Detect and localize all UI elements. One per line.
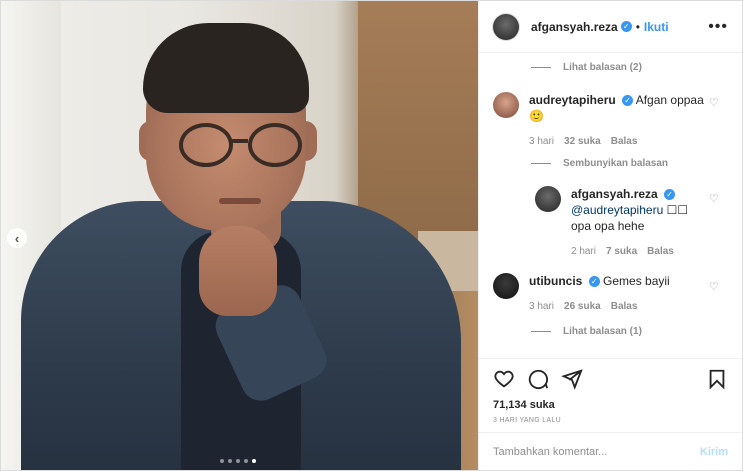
- comment-time[interactable]: 3 hari: [529, 134, 554, 150]
- verified-icon: ✓: [588, 276, 600, 288]
- avatar[interactable]: [493, 273, 519, 299]
- view-replies-button[interactable]: Lihat balasan (1): [531, 326, 642, 337]
- comment-item: utibuncis ✓ Gemes bayii 3 hari 26 suka B…: [493, 273, 713, 315]
- comment-glyphs: ☐☐: [666, 203, 689, 217]
- comment-time[interactable]: 3 hari: [529, 299, 554, 315]
- header-separator: •: [635, 19, 640, 34]
- comment-text: afgansyah.reza ✓ @audreytapiheru ☐☐ opa …: [571, 186, 688, 234]
- comment-likes[interactable]: 26 suka: [564, 299, 601, 315]
- photo-glasses-left: [179, 123, 233, 167]
- more-options-icon[interactable]: •••: [708, 18, 728, 36]
- comment-text: audreytapiheru ✓ Afgan oppaa 🙂: [529, 92, 704, 124]
- view-replies-label: Lihat balasan (1): [563, 326, 642, 337]
- heart-icon[interactable]: ♡: [709, 280, 721, 293]
- mention-link[interactable]: @audreytapiheru: [571, 203, 663, 217]
- carousel-dot: [252, 459, 256, 463]
- comment-input[interactable]: [493, 445, 700, 458]
- comment-meta: 3 hari 26 suka Balas: [529, 299, 670, 315]
- avatar[interactable]: [493, 13, 519, 40]
- heart-icon[interactable]: ♡: [709, 192, 721, 205]
- reply-item: afgansyah.reza ✓ @audreytapiheru ☐☐ opa …: [535, 186, 695, 260]
- follow-button[interactable]: Ikuti: [644, 20, 669, 34]
- view-replies-label: Lihat balasan (2): [563, 62, 642, 73]
- reply-button[interactable]: Balas: [611, 134, 638, 150]
- share-icon[interactable]: [561, 368, 583, 390]
- comment-likes[interactable]: 7 suka: [606, 244, 637, 260]
- photo-glasses-bridge: [232, 139, 248, 143]
- view-replies-button[interactable]: Lihat balasan (2): [531, 62, 642, 73]
- header-username[interactable]: afgansyah.reza: [531, 20, 618, 34]
- comment-meta: 3 hari 32 suka Balas: [529, 134, 704, 150]
- post-comment-button[interactable]: Kirim: [700, 446, 728, 458]
- heart-icon[interactable]: [493, 368, 515, 390]
- comment-content: Afgan oppaa: [635, 93, 704, 107]
- comment-meta: 2 hari 7 suka Balas: [571, 244, 688, 260]
- comment-content: opa opa hehe: [571, 219, 645, 233]
- carousel-dot: [244, 459, 248, 463]
- comment-text: utibuncis ✓ Gemes bayii: [529, 273, 670, 289]
- avatar[interactable]: [535, 186, 561, 212]
- carousel-dot: [228, 459, 232, 463]
- comment-username[interactable]: audreytapiheru: [529, 93, 616, 107]
- comment-item: audreytapiheru ✓ Afgan oppaa 🙂 3 hari 32…: [493, 92, 713, 150]
- hide-replies-label: Sembunyikan balasan: [563, 158, 669, 169]
- post-dialog: ‹ afgansyah.reza ✓ • Ikuti ••• Lihat bal…: [0, 0, 743, 471]
- reply-button[interactable]: Balas: [647, 244, 674, 260]
- divider: [531, 163, 551, 164]
- post-actions-area: 71,134 suka 3 HARI YANG LALU: [479, 358, 742, 424]
- comments-list[interactable]: Lihat balasan (2) audreytapiheru ✓ Afgan…: [479, 54, 742, 358]
- comment-username[interactable]: afgansyah.reza: [571, 187, 658, 201]
- comment-username[interactable]: utibuncis: [529, 274, 582, 288]
- avatar[interactable]: [493, 92, 519, 118]
- post-photo[interactable]: ‹: [1, 1, 478, 470]
- comment-time[interactable]: 2 hari: [571, 244, 596, 260]
- verified-icon: ✓: [622, 95, 634, 107]
- comment-icon[interactable]: [527, 368, 549, 390]
- heart-icon[interactable]: ♡: [709, 96, 721, 109]
- likes-count[interactable]: 71,134 suka: [479, 399, 742, 411]
- comment-content: Gemes bayii: [603, 274, 670, 288]
- verified-icon: ✓: [620, 21, 632, 32]
- add-comment-form: Kirim: [479, 432, 742, 470]
- post-side-panel: afgansyah.reza ✓ • Ikuti ••• Lihat balas…: [478, 1, 742, 470]
- photo-hair: [143, 23, 309, 113]
- divider: [531, 67, 551, 68]
- verified-icon: ✓: [664, 189, 676, 201]
- carousel-dot: [220, 459, 224, 463]
- carousel-dot: [236, 459, 240, 463]
- reply-button[interactable]: Balas: [611, 299, 638, 315]
- post-header: afgansyah.reza ✓ • Ikuti •••: [479, 1, 742, 53]
- photo-glasses-right: [248, 123, 302, 167]
- photo-mouth: [219, 198, 261, 204]
- photo-hand: [199, 226, 277, 316]
- smile-emoji-icon: 🙂: [529, 109, 544, 123]
- hide-replies-button[interactable]: Sembunyikan balasan: [531, 158, 668, 169]
- post-timestamp[interactable]: 3 HARI YANG LALU: [479, 411, 742, 424]
- comment-likes[interactable]: 32 suka: [564, 134, 601, 150]
- divider: [531, 331, 551, 332]
- chevron-left-icon[interactable]: ‹: [7, 228, 27, 248]
- bookmark-icon[interactable]: [706, 368, 728, 390]
- carousel-indicator: [220, 459, 256, 463]
- action-bar: [479, 359, 742, 399]
